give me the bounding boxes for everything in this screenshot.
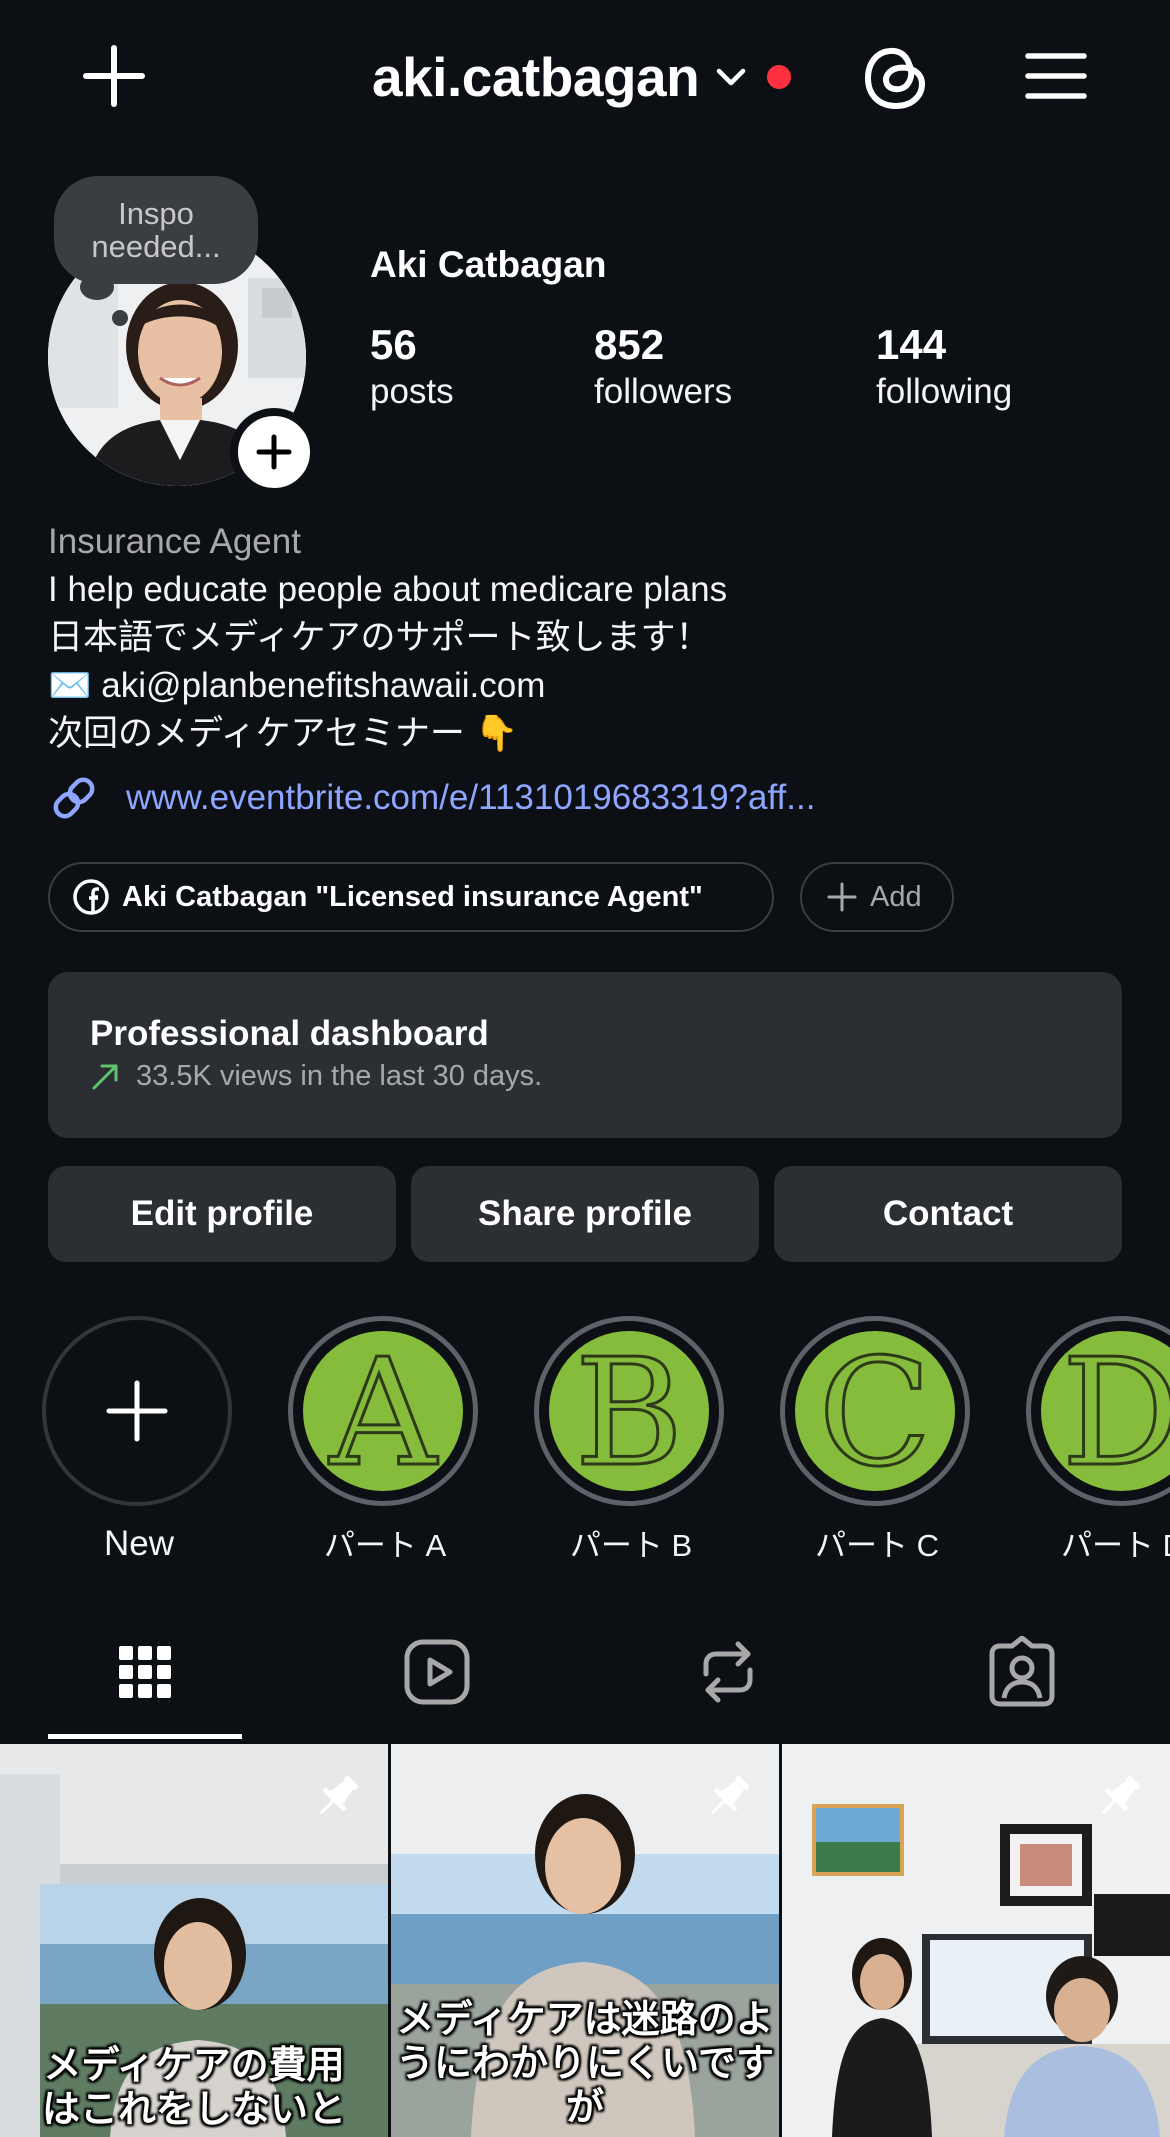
notification-dot: [767, 65, 792, 89]
bio-line: 次回のメディケアセミナー 👇: [48, 714, 519, 753]
highlight-part-a[interactable]: A パート A: [288, 1316, 482, 1565]
posts-stat[interactable]: 56 posts: [370, 320, 454, 414]
highlight-cover: C: [795, 1331, 955, 1491]
facebook-icon: [73, 879, 109, 915]
highlight-letter: D: [1060, 1331, 1170, 1491]
caption-line: メディケアの費用: [43, 2045, 345, 2087]
caption-line: うにわかりにくいですが: [395, 2043, 775, 2129]
facebook-link-chip[interactable]: Aki Catbagan "Licensed insurance Agent": [48, 862, 774, 932]
stat-label: followers: [594, 372, 733, 411]
edit-profile-button[interactable]: Edit profile: [48, 1166, 396, 1262]
highlight-letter: C: [817, 1331, 933, 1491]
category-label: Insurance Agent: [48, 522, 301, 561]
reels-icon[interactable]: [401, 1636, 473, 1708]
highlight-letter: B: [573, 1331, 685, 1491]
bio-line: 日本語でメディケアのサポート致します！: [48, 618, 711, 657]
plus-icon: [106, 1380, 168, 1442]
dashboard-title: Professional dashboard: [90, 1014, 489, 1053]
dashboard-subtitle: 33.5K views in the last 30 days.: [90, 1060, 542, 1093]
highlight-letter: A: [328, 1331, 438, 1491]
top-bar: aki.catbagan: [0, 0, 1170, 150]
post-tile[interactable]: [782, 1744, 1170, 2137]
highlight-cover: A: [303, 1331, 463, 1491]
highlight-label: パート C: [815, 1528, 939, 1563]
pinned-icon: [319, 1775, 359, 1815]
profile-note[interactable]: Inspo needed...: [54, 176, 258, 284]
highlight-label: New: [103, 1524, 175, 1563]
highlight-part-d[interactable]: D パート D: [1026, 1316, 1170, 1565]
highlight-part-c[interactable]: C パート C: [780, 1316, 974, 1565]
contact-button[interactable]: Contact: [774, 1166, 1122, 1262]
note-bubble-tail-small: [112, 310, 128, 326]
stat-value: 144: [876, 321, 947, 368]
highlight-part-d-clip: D パート D: [1026, 1316, 1170, 1566]
chip-label: Aki Catbagan "Licensed insurance Agent": [122, 880, 703, 913]
highlight-ring: A: [288, 1316, 478, 1506]
bio: Insurance Agent I help educate people ab…: [48, 518, 1128, 758]
highlight-ring: [42, 1316, 232, 1506]
highlight-cover: D: [1041, 1331, 1170, 1491]
active-tab-indicator: [48, 1734, 242, 1739]
add-story-button[interactable]: [230, 408, 318, 496]
create-plus-icon[interactable]: [78, 40, 150, 112]
menu-icon[interactable]: [1024, 48, 1088, 104]
highlight-ring: B: [534, 1316, 724, 1506]
reposts-icon[interactable]: [692, 1636, 764, 1708]
highlight-part-b[interactable]: B パート B: [534, 1316, 728, 1565]
post-tile[interactable]: メディケアは迷路のよ うにわかりにくいですが: [391, 1744, 779, 2137]
pinned-icon: [1101, 1775, 1141, 1815]
stat-value: 56: [370, 321, 417, 368]
professional-dashboard[interactable]: Professional dashboard 33.5K views in th…: [48, 972, 1122, 1138]
add-link-chip[interactable]: Add: [800, 862, 954, 932]
note-line: Inspo: [118, 196, 194, 231]
grid-icon[interactable]: [109, 1636, 181, 1708]
note-line: needed...: [91, 229, 221, 264]
account-switcher[interactable]: aki.catbagan: [372, 42, 792, 112]
following-stat[interactable]: 144 following: [876, 320, 1012, 414]
highlight-ring: D: [1026, 1316, 1170, 1506]
chip-label: Add: [870, 880, 922, 913]
trend-up-icon: [92, 1064, 118, 1089]
username: aki.catbagan: [372, 46, 700, 108]
caption-line: はこれをしないと: [41, 2089, 346, 2131]
link-text: www.eventbrite.com/e/1131019683319?aff..…: [126, 778, 816, 817]
stat-label: posts: [370, 372, 454, 411]
chevron-down-icon: [716, 68, 746, 86]
bio-line: I help educate people about medicare pla…: [48, 570, 728, 609]
share-profile-button[interactable]: Share profile: [411, 1166, 759, 1262]
posts-grid: メディケアの費用 はこれをしないと メディケアは迷路のよ うにわかりにくいですが: [0, 1744, 1170, 2137]
link-icon: [53, 777, 95, 819]
stat-label: following: [876, 372, 1013, 411]
dashboard-views: 33.5K views in the last 30 days.: [136, 1060, 543, 1092]
plus-icon: [256, 434, 292, 470]
highlight-cover: B: [549, 1331, 709, 1491]
pinned-icon: [710, 1775, 750, 1815]
followers-stat[interactable]: 852 followers: [594, 320, 732, 414]
profile-name: Aki Catbagan: [370, 244, 607, 285]
plus-icon: [827, 882, 857, 912]
threads-icon[interactable]: [860, 38, 932, 114]
caption-line: メディケアは迷路のよ: [396, 1999, 774, 2041]
highlight-ring: C: [780, 1316, 970, 1506]
stat-value: 852: [594, 321, 665, 368]
highlight-new[interactable]: New: [42, 1316, 236, 1564]
tagged-icon[interactable]: [986, 1636, 1058, 1708]
highlight-label: パート D: [1061, 1528, 1170, 1563]
bio-line: ✉️ aki@planbenefitshawaii.com: [48, 666, 546, 705]
bio-link[interactable]: www.eventbrite.com/e/1131019683319?aff..…: [48, 772, 815, 824]
highlight-label: パート B: [569, 1528, 693, 1563]
post-caption: メディケアの費用 はこれをしないと: [0, 2044, 388, 2132]
highlight-label: パート A: [323, 1528, 447, 1563]
post-tile[interactable]: メディケアの費用 はこれをしないと: [0, 1744, 388, 2137]
post-caption: メディケアは迷路のよ うにわかりにくいですが: [391, 1998, 779, 2130]
